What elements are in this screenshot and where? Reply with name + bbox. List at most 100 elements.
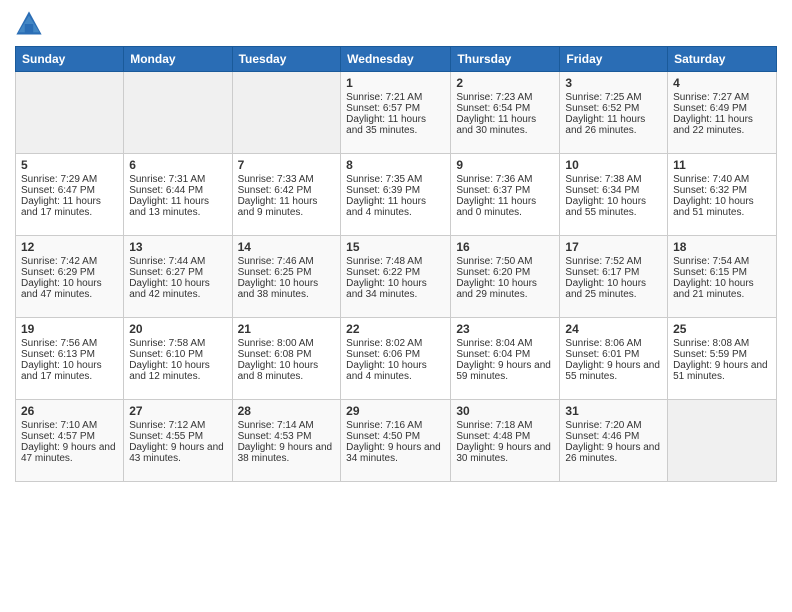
sunset-text: Sunset: 6:15 PM (673, 267, 747, 278)
day-number: 30 (456, 404, 554, 418)
sunset-text: Sunset: 6:49 PM (673, 103, 747, 114)
sunrise-text: Sunrise: 8:00 AM (238, 338, 314, 349)
day-number: 17 (565, 240, 662, 254)
daylight-text: Daylight: 11 hours and 17 minutes. (21, 196, 101, 218)
day-number: 3 (565, 76, 662, 90)
sunrise-text: Sunrise: 7:12 AM (129, 420, 205, 431)
sunset-text: Sunset: 6:39 PM (346, 185, 420, 196)
daylight-text: Daylight: 10 hours and 55 minutes. (565, 196, 646, 218)
logo-icon (15, 10, 43, 38)
sunrise-text: Sunrise: 7:38 AM (565, 174, 641, 185)
daylight-text: Daylight: 11 hours and 26 minutes. (565, 114, 645, 136)
sunrise-text: Sunrise: 8:04 AM (456, 338, 532, 349)
calendar-cell: 8Sunrise: 7:35 AMSunset: 6:39 PMDaylight… (341, 154, 451, 236)
daylight-text: Daylight: 11 hours and 35 minutes. (346, 114, 426, 136)
day-header-friday: Friday (560, 47, 668, 72)
calendar-cell: 14Sunrise: 7:46 AMSunset: 6:25 PMDayligh… (232, 236, 341, 318)
day-number: 26 (21, 404, 118, 418)
calendar-cell: 21 Sunrise: 8:00 AMSunset: 6:08 PMDayligh… (232, 318, 341, 400)
day-number: 7 (238, 158, 336, 172)
calendar-cell: 2Sunrise: 7:23 AMSunset: 6:54 PMDaylight… (451, 72, 560, 154)
sunrise-text: Sunrise: 7:25 AM (565, 92, 641, 103)
daylight-text: Daylight: 11 hours and 30 minutes. (456, 114, 536, 136)
day-number: 14 (238, 240, 336, 254)
calendar-cell: 12Sunrise: 7:42 AMSunset: 6:29 PMDayligh… (16, 236, 124, 318)
calendar-cell: 28Sunrise: 7:14 AMSunset: 4:53 PMDayligh… (232, 400, 341, 482)
calendar-cell: 24Sunrise: 8:06 AMSunset: 6:01 PMDayligh… (560, 318, 668, 400)
day-number: 23 (456, 322, 554, 336)
sunrise-text: Sunrise: 7:14 AM (238, 420, 314, 431)
sunset-text: Sunset: 6:06 PM (346, 349, 420, 360)
day-number: 12 (21, 240, 118, 254)
daylight-text: Daylight: 10 hours and 21 minutes. (673, 278, 754, 300)
daylight-text: Daylight: 11 hours and 4 minutes. (346, 196, 426, 218)
daylight-text: Daylight: 10 hours and 17 minutes. (21, 360, 102, 382)
day-number: 27 (129, 404, 226, 418)
calendar-cell: 1Sunrise: 7:21 AMSunset: 6:57 PMDaylight… (341, 72, 451, 154)
sunrise-text: Sunrise: 7:52 AM (565, 256, 641, 267)
day-number: 20 (129, 322, 226, 336)
daylight-text: Daylight: 11 hours and 22 minutes. (673, 114, 753, 136)
daylight-text: Daylight: 10 hours and 12 minutes. (129, 360, 210, 382)
sunset-text: Sunset: 6:54 PM (456, 103, 530, 114)
sunrise-text: Sunrise: 7:54 AM (673, 256, 749, 267)
sunrise-text: Sunrise: 7:29 AM (21, 174, 97, 185)
calendar-cell: 11Sunrise: 7:40 AMSunset: 6:32 PMDayligh… (668, 154, 777, 236)
day-header-monday: Monday (124, 47, 232, 72)
sunset-text: Sunset: 4:48 PM (456, 431, 530, 442)
daylight-text: Daylight: 9 hours and 47 minutes. (21, 442, 116, 464)
sunset-text: Sunset: 6:57 PM (346, 103, 420, 114)
calendar-cell: 6Sunrise: 7:31 AMSunset: 6:44 PMDaylight… (124, 154, 232, 236)
day-number: 31 (565, 404, 662, 418)
calendar-cell: 31Sunrise: 7:20 AMSunset: 4:46 PMDayligh… (560, 400, 668, 482)
calendar-cell: 10Sunrise: 7:38 AMSunset: 6:34 PMDayligh… (560, 154, 668, 236)
calendar-cell: 15Sunrise: 7:48 AMSunset: 6:22 PMDayligh… (341, 236, 451, 318)
calendar-cell (16, 72, 124, 154)
sunrise-text: Sunrise: 7:18 AM (456, 420, 532, 431)
daylight-text: Daylight: 11 hours and 0 minutes. (456, 196, 536, 218)
calendar-cell: 26Sunrise: 7:10 AMSunset: 4:57 PMDayligh… (16, 400, 124, 482)
daylight-text: Daylight: 9 hours and 51 minutes. (673, 360, 768, 382)
calendar-cell: 17Sunrise: 7:52 AMSunset: 6:17 PMDayligh… (560, 236, 668, 318)
sunset-text: Sunset: 4:46 PM (565, 431, 639, 442)
calendar-week-row: 12Sunrise: 7:42 AMSunset: 6:29 PMDayligh… (16, 236, 777, 318)
calendar-cell: 29Sunrise: 7:16 AMSunset: 4:50 PMDayligh… (341, 400, 451, 482)
sunset-text: Sunset: 6:47 PM (21, 185, 95, 196)
calendar-week-row: 5Sunrise: 7:29 AMSunset: 6:47 PMDaylight… (16, 154, 777, 236)
sunset-text: Sunset: 6:25 PM (238, 267, 312, 278)
day-number: 4 (673, 76, 771, 90)
calendar-cell: 18 Sunrise: 7:54 AMSunset: 6:15 PMDayligh… (668, 236, 777, 318)
sunrise-text: Sunrise: 8:02 AM (346, 338, 422, 349)
calendar-cell: 13Sunrise: 7:44 AMSunset: 6:27 PMDayligh… (124, 236, 232, 318)
sunset-text: Sunset: 6:08 PM (238, 349, 312, 360)
daylight-text: Daylight: 10 hours and 34 minutes. (346, 278, 427, 300)
day-number: 28 (238, 404, 336, 418)
daylight-text: Daylight: 10 hours and 25 minutes. (565, 278, 646, 300)
calendar-cell (668, 400, 777, 482)
calendar-cell: 5Sunrise: 7:29 AMSunset: 6:47 PMDaylight… (16, 154, 124, 236)
day-header-saturday: Saturday (668, 47, 777, 72)
calendar-cell (124, 72, 232, 154)
day-number: 18 (673, 240, 771, 254)
day-header-tuesday: Tuesday (232, 47, 341, 72)
sunset-text: Sunset: 5:59 PM (673, 349, 747, 360)
daylight-text: Daylight: 10 hours and 51 minutes. (673, 196, 754, 218)
day-number: 1 (346, 76, 445, 90)
day-number: 21 (238, 322, 336, 336)
calendar-cell: 3Sunrise: 7:25 AMSunset: 6:52 PMDaylight… (560, 72, 668, 154)
sunset-text: Sunset: 4:53 PM (238, 431, 312, 442)
calendar-cell: 25Sunrise: 8:08 AMSunset: 5:59 PMDayligh… (668, 318, 777, 400)
daylight-text: Daylight: 10 hours and 8 minutes. (238, 360, 319, 382)
daylight-text: Daylight: 10 hours and 29 minutes. (456, 278, 537, 300)
day-number: 15 (346, 240, 445, 254)
sunrise-text: Sunrise: 7:36 AM (456, 174, 532, 185)
day-number: 13 (129, 240, 226, 254)
daylight-text: Daylight: 9 hours and 55 minutes. (565, 360, 660, 382)
sunrise-text: Sunrise: 7:42 AM (21, 256, 97, 267)
sunrise-text: Sunrise: 7:50 AM (456, 256, 532, 267)
calendar-cell: 27Sunrise: 7:12 AMSunset: 4:55 PMDayligh… (124, 400, 232, 482)
day-number: 22 (346, 322, 445, 336)
daylight-text: Daylight: 11 hours and 9 minutes. (238, 196, 318, 218)
sunset-text: Sunset: 6:32 PM (673, 185, 747, 196)
day-header-thursday: Thursday (451, 47, 560, 72)
